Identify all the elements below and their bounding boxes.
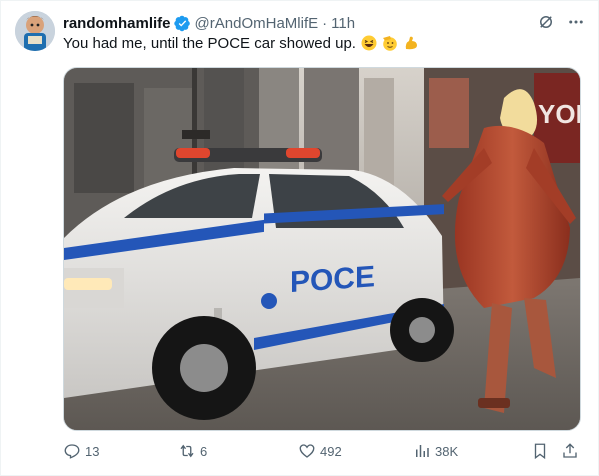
- separator-dot: ·: [322, 14, 328, 32]
- car-lettering: POCE: [290, 260, 375, 299]
- bookmark-icon: [534, 443, 546, 460]
- retweet-icon: [180, 444, 194, 458]
- user-handle[interactable]: @rAndOmHaMlifE: [195, 15, 319, 32]
- display-name[interactable]: randomhamlife: [63, 15, 171, 32]
- avatar[interactable]: [15, 11, 55, 51]
- tweet-text-content: You had me, until the POCE car showed up…: [63, 35, 356, 52]
- billboard-lettering: YORK: [538, 99, 580, 129]
- reply-icon: [64, 444, 80, 459]
- reply-button[interactable]: 13: [63, 442, 99, 460]
- retweet-button[interactable]: 6: [178, 442, 207, 460]
- header-actions: [536, 12, 586, 32]
- timestamp[interactable]: 11h: [331, 15, 355, 32]
- views-icon: [416, 445, 429, 457]
- retweet-count: 6: [200, 443, 208, 459]
- like-icon: [299, 444, 315, 458]
- grok-icon[interactable]: [536, 12, 556, 32]
- bookmark-button[interactable]: [531, 442, 549, 460]
- tweet-header: randomhamlife @rAndOmHaMlifE · 11h: [63, 12, 586, 34]
- reply-count: 13: [85, 443, 100, 459]
- more-icon[interactable]: [566, 12, 586, 32]
- saluting-face-icon: [382, 35, 398, 51]
- like-count: 492: [320, 443, 342, 459]
- grinning-squinting-face-icon: [361, 35, 377, 51]
- share-button[interactable]: [561, 442, 579, 460]
- flexed-biceps-icon: [403, 35, 419, 51]
- like-button[interactable]: 492: [298, 442, 342, 460]
- tweet-text: You had me, until the POCE car showed up…: [63, 34, 419, 54]
- action-bar: 13 6 492 38K: [63, 442, 584, 464]
- tweet-card[interactable]: randomhamlife @rAndOmHaMlifE · 11h You h…: [0, 0, 599, 476]
- views-button[interactable]: 38K: [413, 442, 458, 460]
- verified-badge-icon: [173, 15, 191, 32]
- views-count: 38K: [435, 443, 459, 459]
- share-icon: [563, 443, 577, 458]
- tweet-media-image[interactable]: YORK POCE: [63, 67, 581, 431]
